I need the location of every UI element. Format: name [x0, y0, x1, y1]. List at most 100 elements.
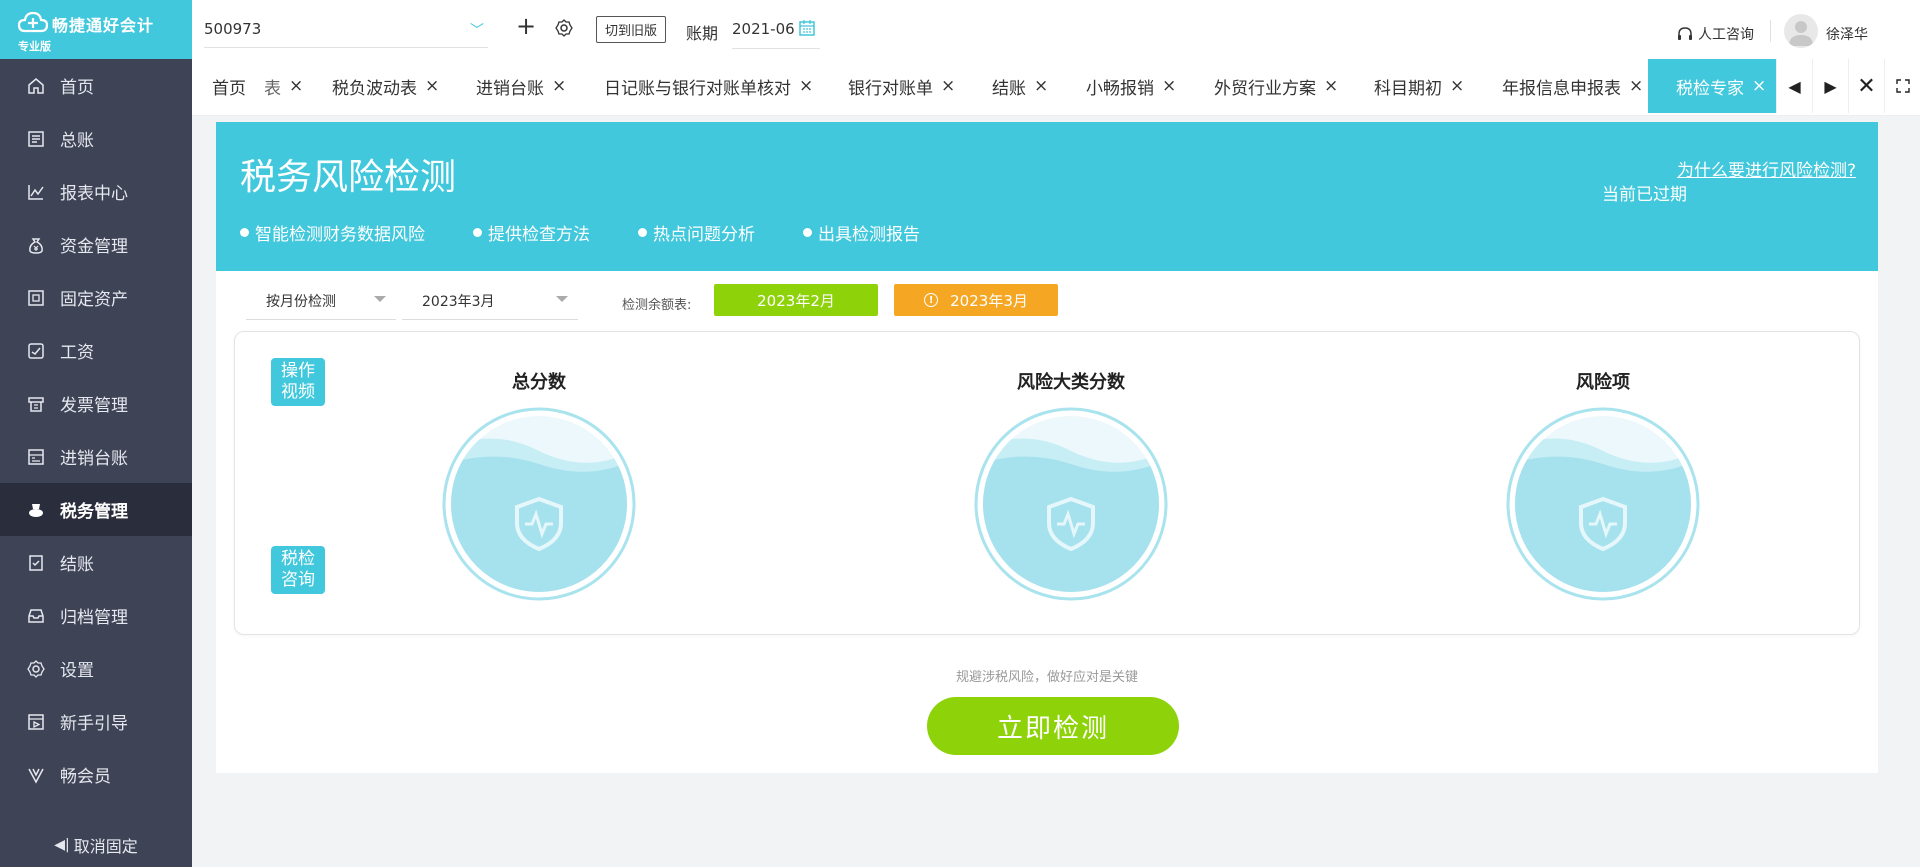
tax-consult-button[interactable]: 税检 咨询: [271, 546, 325, 594]
sidebar-item-label: 归档管理: [60, 608, 128, 628]
detect-mode-select[interactable]: 按月份检测: [246, 282, 396, 320]
sidebar-item-label: 畅会员: [60, 767, 111, 787]
sidebar-item-reports[interactable]: 报表中心: [0, 165, 192, 218]
close-icon[interactable]: ×: [425, 76, 439, 96]
month-select[interactable]: 2023年3月: [402, 282, 578, 320]
switch-old-version-button[interactable]: 切到旧版: [596, 16, 667, 43]
remaining-label: 检测余额表:: [622, 298, 692, 313]
asset-icon: [26, 288, 46, 308]
tab-bar: 首页 表 × 税负波动表 × 进销台账 × 日记账与银行对账单核对 × 银行对账…: [192, 59, 1920, 116]
sidebar-item-inventory[interactable]: 进销台账: [0, 430, 192, 483]
money-bag-icon: [26, 235, 46, 255]
tab-bank-statement[interactable]: 银行对账单 ×: [848, 59, 955, 113]
why-detect-link[interactable]: 为什么要进行风险检测?: [1677, 156, 1856, 181]
sidebar-item-guide[interactable]: 新手引导: [0, 695, 192, 748]
tab-label: 表: [264, 78, 281, 99]
tab-expense[interactable]: 小畅报销 ×: [1086, 59, 1176, 113]
sidebar-item-tax[interactable]: 税务管理: [0, 483, 192, 536]
app-name: 畅捷通好会计: [52, 16, 155, 35]
tab-annual-report[interactable]: 年报信息申报表 ×: [1502, 59, 1643, 113]
tab-label: 外贸行业方案: [1214, 78, 1316, 99]
unpin-label: 取消固定: [73, 837, 138, 856]
sidebar-item-closing[interactable]: 结账: [0, 536, 192, 589]
sidebar-item-label: 资金管理: [60, 237, 128, 257]
invoice-icon: [26, 394, 46, 414]
tab-label: 年报信息申报表: [1502, 78, 1621, 99]
sidebar-item-archive[interactable]: 归档管理: [0, 589, 192, 642]
unpin-button[interactable]: ◀| 取消固定: [0, 823, 192, 867]
close-icon[interactable]: ×: [289, 76, 303, 96]
tab-opening-balance[interactable]: 科目期初 ×: [1374, 59, 1464, 113]
sidebar-item-home[interactable]: 首页: [0, 59, 192, 112]
gear-icon[interactable]: [554, 18, 574, 38]
filter-bar: 按月份检测 2023年3月 检测余额表: 2023年2月 ! 2023年3月: [246, 282, 1866, 322]
sidebar-item-invoices[interactable]: 发票管理: [0, 377, 192, 430]
sidebar-item-vip[interactable]: 畅会员: [0, 748, 192, 801]
tab-tax-expert[interactable]: 税检专家 ×: [1648, 59, 1776, 113]
avatar[interactable]: [1784, 14, 1818, 48]
company-value: 500973: [204, 19, 262, 38]
add-icon[interactable]: +: [516, 14, 536, 38]
tab-closing[interactable]: 结账 ×: [992, 59, 1048, 113]
shield-gauge-icon: [1506, 407, 1700, 601]
home-icon: [26, 76, 46, 96]
tab-partial[interactable]: 表 ×: [264, 59, 303, 113]
close-icon[interactable]: ×: [799, 76, 813, 96]
close-icon[interactable]: ×: [1324, 76, 1338, 96]
tab-home[interactable]: 首页: [212, 59, 246, 113]
bullet-icon: [638, 228, 647, 237]
inventory-icon: [26, 447, 46, 467]
tab-scroll-left-button[interactable]: ◀: [1776, 59, 1812, 113]
feature-label: 出具检测报告: [818, 225, 920, 245]
help-label: 人工咨询: [1698, 27, 1754, 43]
close-icon[interactable]: ×: [941, 76, 955, 96]
tax-risk-page: 税务风险检测 智能检测财务数据风险 提供检查方法 热点问题分析 出具检测报告 为…: [216, 122, 1878, 773]
tab-label: 税检专家: [1676, 78, 1744, 99]
sidebar-item-label: 首页: [60, 78, 94, 98]
chevron-down-icon: ﹀: [470, 23, 484, 39]
tab-tax-fluctuation[interactable]: 税负波动表 ×: [332, 59, 439, 113]
close-icon[interactable]: ×: [1629, 76, 1643, 96]
close-icon[interactable]: ×: [1450, 76, 1464, 96]
fullscreen-icon: [1895, 79, 1910, 93]
guide-icon: [26, 712, 46, 732]
username[interactable]: 徐泽华: [1826, 24, 1868, 44]
close-icon[interactable]: ×: [1162, 76, 1176, 96]
sidebar-item-label: 新手引导: [60, 714, 128, 734]
shield-gauge-icon: [442, 407, 636, 601]
ledger-icon: [26, 129, 46, 149]
close-icon: ✕: [1857, 73, 1876, 99]
sidebar-item-settings[interactable]: 设置: [0, 642, 192, 695]
month-button-mar[interactable]: ! 2023年3月: [894, 284, 1058, 316]
sidebar-item-fixed-assets[interactable]: 固定资产: [0, 271, 192, 324]
close-all-tabs-button[interactable]: ✕: [1848, 59, 1884, 113]
close-icon[interactable]: ×: [1752, 76, 1766, 96]
tab-foreign-trade[interactable]: 外贸行业方案 ×: [1214, 59, 1338, 113]
tab-inventory-ledger[interactable]: 进销台账 ×: [476, 59, 566, 113]
close-icon[interactable]: ×: [1034, 76, 1048, 96]
feature-label: 热点问题分析: [653, 225, 755, 245]
fullscreen-button[interactable]: [1884, 59, 1920, 113]
calendar-icon[interactable]: [798, 19, 816, 37]
close-icon[interactable]: ×: [552, 76, 566, 96]
user-icon: [1789, 21, 1813, 46]
detect-now-button[interactable]: 立即检测: [927, 697, 1179, 755]
app-logo[interactable]: 畅捷通好会计 专业版: [0, 0, 192, 59]
gauge-title: 风险大类分数: [1017, 372, 1125, 393]
month-button-feb[interactable]: 2023年2月: [714, 284, 878, 316]
manual-consult-button[interactable]: 人工咨询: [1676, 24, 1754, 44]
sidebar-item-funds[interactable]: 资金管理: [0, 218, 192, 271]
tab-scroll-right-button[interactable]: ▶: [1812, 59, 1848, 113]
archive-icon: [26, 606, 46, 626]
sidebar-item-ledger[interactable]: 总账: [0, 112, 192, 165]
banner: 税务风险检测 智能检测财务数据风险 提供检查方法 热点问题分析 出具检测报告 为…: [216, 122, 1878, 271]
operation-video-button[interactable]: 操作 视频: [271, 358, 325, 406]
feature-item: 智能检测财务数据风险: [240, 220, 425, 245]
month-button-label: 2023年3月: [950, 291, 1028, 310]
tax-icon: [26, 500, 46, 520]
sidebar-item-salary[interactable]: 工资: [0, 324, 192, 377]
company-select[interactable]: 500973 ﹀: [204, 10, 488, 48]
sidebar-nav: 首页 总账 报表中心 资金管理 固定资产 工资 发票管理 进销台账 税务管理 结…: [0, 59, 192, 801]
tab-journal-reconcile[interactable]: 日记账与银行对账单核对 ×: [604, 59, 813, 113]
tab-label: 科目期初: [1374, 78, 1442, 99]
